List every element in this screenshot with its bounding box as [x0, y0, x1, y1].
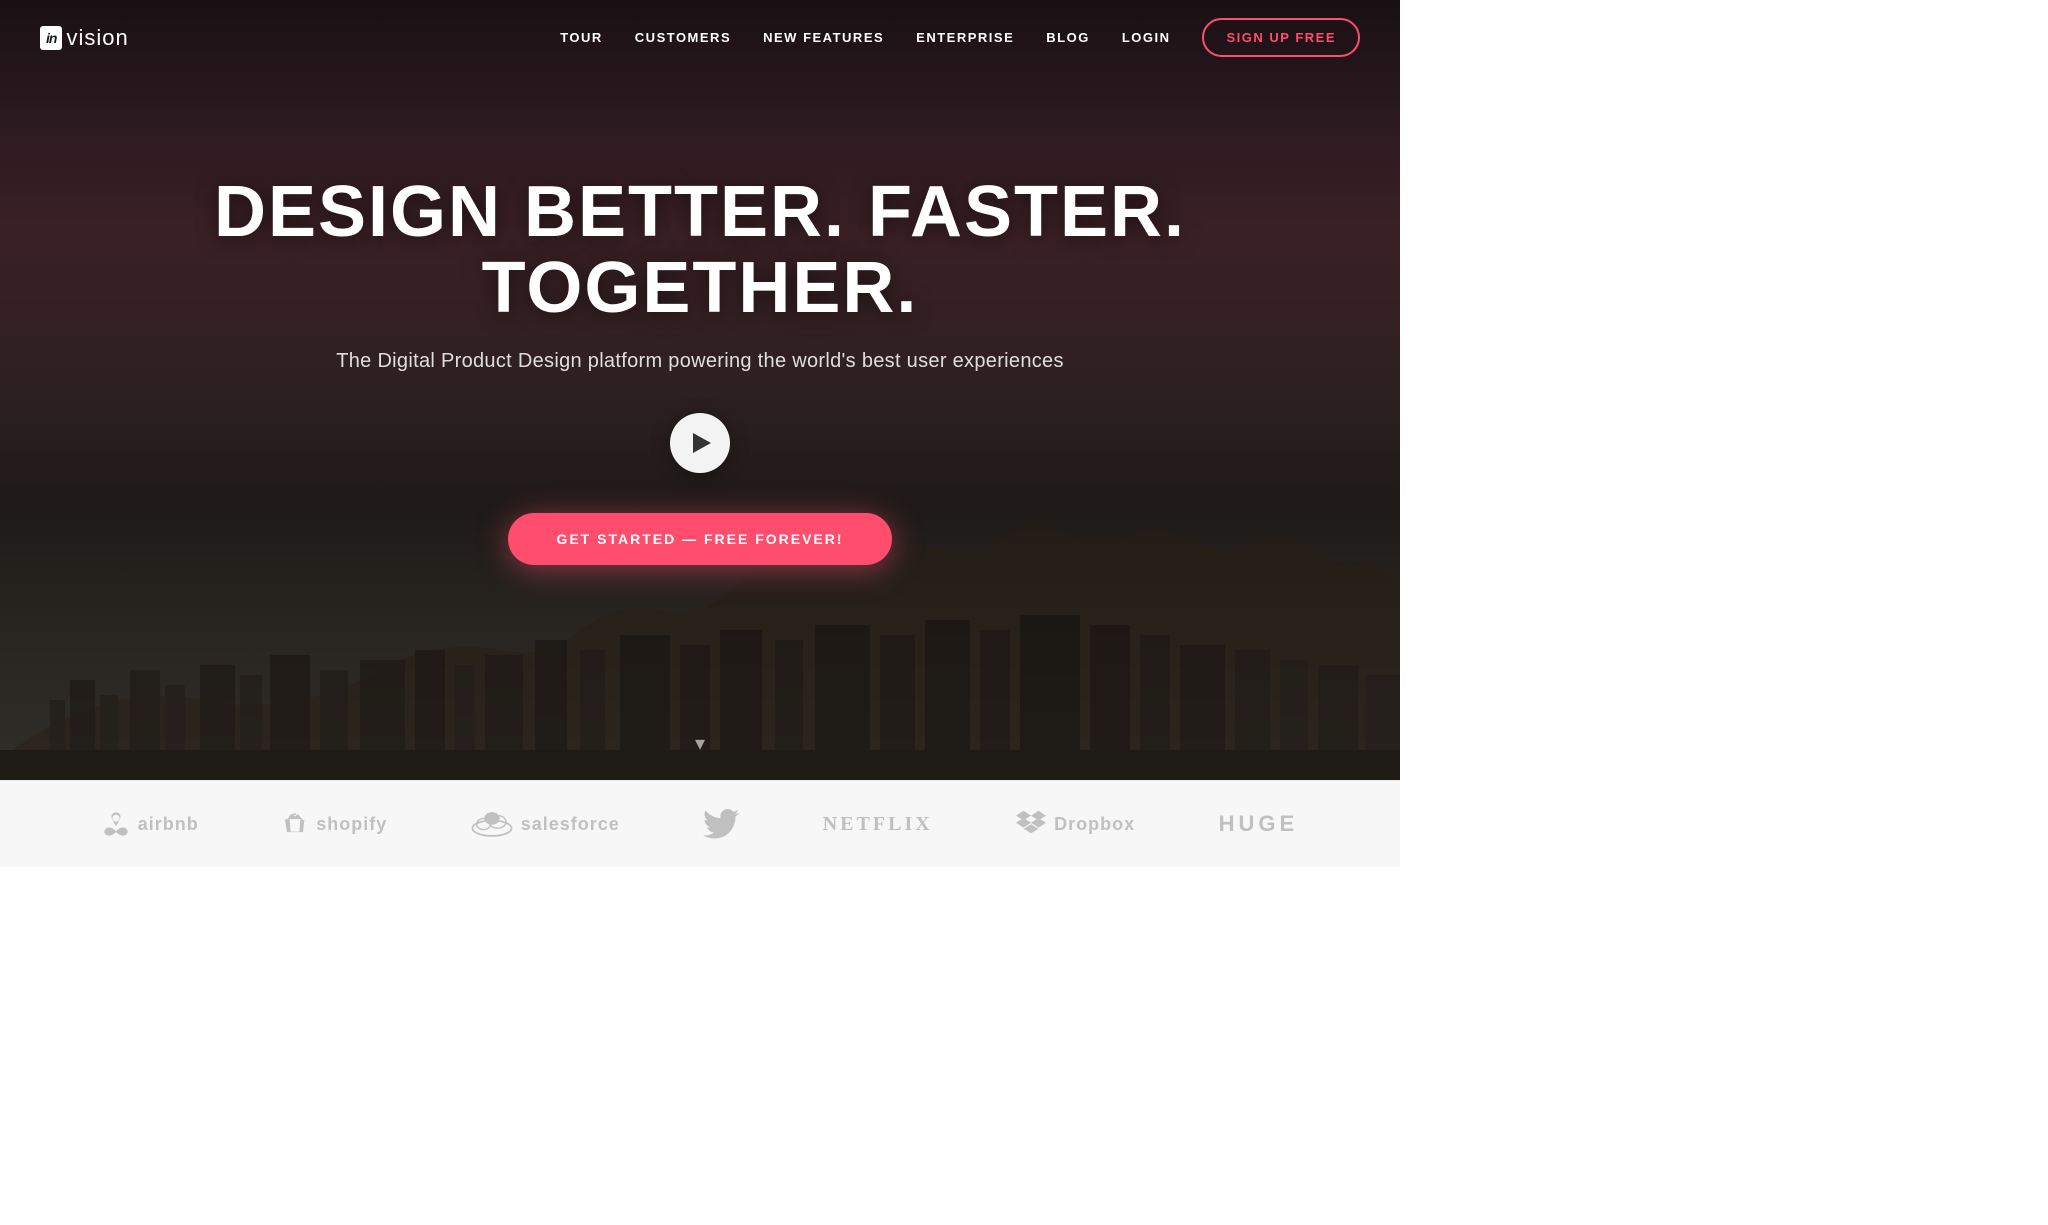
nav-blog[interactable]: BLOG	[1046, 30, 1090, 45]
dropbox-icon	[1016, 810, 1046, 838]
main-nav: TOUR CUSTOMERS NEW FEATURES ENTERPRISE B…	[560, 18, 1360, 57]
nav-tour[interactable]: TOUR	[560, 30, 603, 45]
nav-enterprise[interactable]: ENTERPRISE	[916, 30, 1014, 45]
huge-label: HUGE	[1219, 811, 1299, 837]
brand-salesforce: salesforce	[471, 810, 620, 838]
hero-title: DESIGN BETTER. FASTER. TOGETHER.	[20, 175, 1380, 326]
brand-shopify: shopify	[282, 811, 387, 837]
brand-airbnb: airbnb	[102, 810, 199, 838]
shopify-icon	[282, 811, 308, 837]
shopify-label: shopify	[316, 814, 387, 835]
hero-subtitle: The Digital Product Design platform powe…	[20, 350, 1380, 373]
brand-netflix: NETFLIX	[823, 813, 933, 836]
netflix-label: NETFLIX	[823, 813, 933, 836]
play-icon	[693, 433, 711, 453]
signup-button[interactable]: SIGN UP FREE	[1202, 18, 1360, 57]
brand-dropbox: Dropbox	[1016, 810, 1135, 838]
dropbox-label: Dropbox	[1054, 814, 1135, 835]
salesforce-icon	[471, 810, 513, 838]
twitter-icon	[703, 809, 739, 839]
nav-new-features[interactable]: NEW FEATURES	[763, 30, 884, 45]
brand-huge: HUGE	[1219, 811, 1299, 837]
scroll-indicator: ▾	[695, 731, 705, 756]
logo-in: in	[46, 30, 56, 46]
logo[interactable]: in vision	[40, 25, 129, 51]
hero-content: DESIGN BETTER. FASTER. TOGETHER. The Dig…	[0, 175, 1400, 565]
play-button[interactable]	[670, 413, 730, 473]
nav-customers[interactable]: CUSTOMERS	[635, 30, 731, 45]
cta-button[interactable]: GET STARTED — FREE FOREVER!	[508, 513, 891, 565]
airbnb-icon	[102, 810, 130, 838]
logo-box: in	[40, 26, 62, 50]
salesforce-label: salesforce	[521, 814, 620, 835]
hero-section: DESIGN BETTER. FASTER. TOGETHER. The Dig…	[0, 0, 1400, 780]
logos-bar: airbnb shopify salesforce	[0, 780, 1400, 867]
nav-login[interactable]: LOGIN	[1122, 30, 1171, 45]
airbnb-label: airbnb	[138, 814, 199, 835]
logo-vision-text: vision	[66, 25, 128, 51]
main-header: in vision TOUR CUSTOMERS NEW FEATURES EN…	[0, 0, 1400, 75]
brand-twitter	[703, 809, 739, 839]
